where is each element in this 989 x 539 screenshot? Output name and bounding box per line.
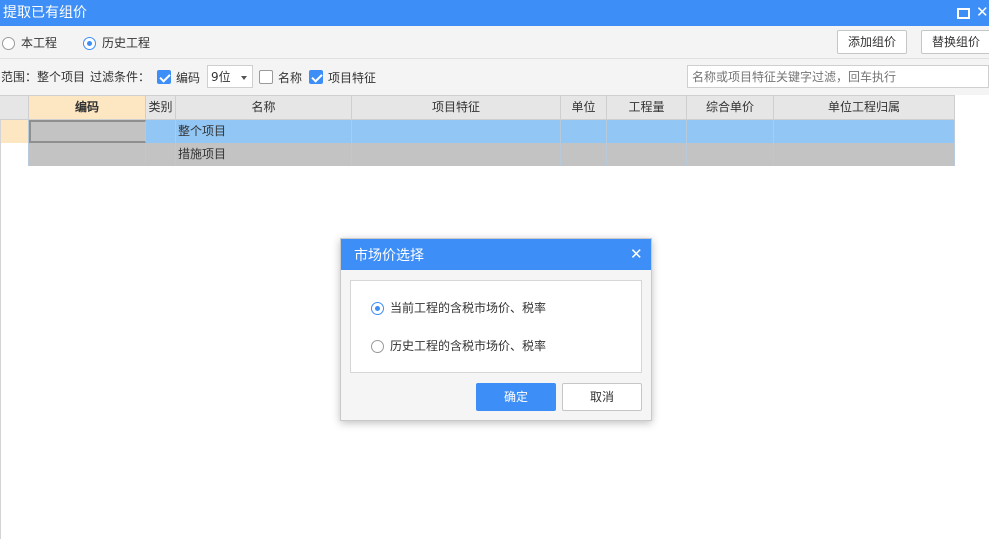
radio-label: 本工程 bbox=[21, 36, 58, 50]
unit-price-cell[interactable] bbox=[687, 120, 774, 143]
close-icon[interactable]: ✕ bbox=[630, 245, 643, 263]
radio-label: 历史工程的含税市场价、税率 bbox=[390, 339, 547, 353]
title-bar: 提取已有组价 ✕ bbox=[0, 0, 989, 26]
radio-current-market-price[interactable]: 当前工程的含税市场价、税率 bbox=[371, 300, 546, 316]
dialog-title-bar: 市场价选择 ✕ bbox=[341, 239, 651, 270]
unit-price-cell[interactable] bbox=[687, 143, 774, 166]
name-cell[interactable]: 整个项目 bbox=[176, 120, 352, 143]
scope-text: 范围：整个项目 bbox=[1, 70, 86, 84]
ok-button[interactable]: 确定 bbox=[476, 383, 556, 411]
radio-current-project[interactable]: 本工程 bbox=[2, 35, 57, 51]
extract-pricing-window: 提取已有组价 ✕ 本工程 历史工程 添加组价 替换组价 范围：整个项目 过滤条件… bbox=[0, 0, 989, 539]
add-pricing-button[interactable]: 添加组价 bbox=[837, 30, 907, 54]
unit-cell[interactable] bbox=[561, 120, 607, 143]
column-header-name[interactable]: 名称 bbox=[176, 96, 352, 119]
owner-cell[interactable] bbox=[774, 143, 955, 166]
quantity-cell[interactable] bbox=[607, 120, 687, 143]
radio-history-project[interactable]: 历史工程 bbox=[83, 35, 150, 51]
column-header-feature[interactable]: 项目特征 bbox=[352, 96, 561, 119]
column-header-quantity[interactable]: 工程量 bbox=[607, 96, 687, 119]
type-cell[interactable] bbox=[146, 143, 176, 166]
maximize-icon[interactable] bbox=[952, 3, 972, 23]
checkbox-box bbox=[309, 70, 323, 84]
owner-cell[interactable] bbox=[774, 120, 955, 143]
column-header-unit[interactable]: 单位 bbox=[561, 96, 607, 119]
code-cell[interactable] bbox=[29, 143, 146, 166]
scope-toolbar: 本工程 历史工程 添加组价 替换组价 bbox=[0, 26, 989, 59]
radio-circle bbox=[371, 301, 384, 315]
column-header-owner[interactable]: 单位工程归属 bbox=[774, 96, 955, 119]
cancel-button[interactable]: 取消 bbox=[562, 383, 642, 411]
replace-pricing-button[interactable]: 替换组价 bbox=[921, 30, 989, 54]
radio-label: 历史工程 bbox=[102, 36, 151, 50]
row-indicator-header bbox=[0, 96, 29, 119]
name-cell[interactable]: 措施项目 bbox=[176, 143, 352, 166]
condition-text: 过滤条件： bbox=[90, 70, 151, 84]
checkbox-label: 编码 bbox=[176, 70, 201, 85]
name-checkbox[interactable]: 名称 bbox=[259, 69, 302, 85]
quantity-cell[interactable] bbox=[607, 143, 687, 166]
close-icon[interactable]: ✕ bbox=[976, 3, 989, 23]
digits-select[interactable]: 9位 bbox=[207, 65, 253, 88]
radio-circle bbox=[371, 339, 384, 353]
search-input[interactable] bbox=[687, 65, 989, 88]
checkbox-label: 项目特征 bbox=[328, 70, 377, 85]
grid-left-border bbox=[0, 120, 1, 539]
checkbox-label: 名称 bbox=[278, 70, 303, 85]
column-header-type[interactable]: 类别 bbox=[146, 96, 176, 119]
grid-header: 编码 类别 名称 项目特征 单位 工程量 综合单价 单位工程归属 bbox=[0, 95, 955, 120]
dialog-title: 市场价选择 bbox=[354, 248, 424, 264]
unit-cell[interactable] bbox=[561, 143, 607, 166]
radio-circle bbox=[2, 36, 15, 50]
column-header-unit-price[interactable]: 综合单价 bbox=[687, 96, 774, 119]
type-cell[interactable] bbox=[146, 120, 176, 143]
digits-value: 9位 bbox=[211, 70, 231, 84]
radio-label: 当前工程的含税市场价、税率 bbox=[390, 301, 547, 315]
filter-bar: 范围：整个项目 过滤条件： 编码 9位 名称 项目特征 bbox=[0, 59, 989, 95]
checkbox-box bbox=[157, 70, 171, 84]
chevron-down-icon bbox=[241, 76, 247, 80]
table-row[interactable]: 措施项目 bbox=[0, 143, 955, 166]
row-indicator[interactable] bbox=[0, 143, 29, 166]
window-title: 提取已有组价 bbox=[3, 5, 87, 21]
feature-cell[interactable] bbox=[352, 143, 561, 166]
code-checkbox[interactable]: 编码 bbox=[157, 69, 200, 85]
row-indicator[interactable] bbox=[0, 120, 29, 143]
column-header-code[interactable]: 编码 bbox=[29, 96, 146, 119]
table-row[interactable]: 整个项目 bbox=[0, 120, 955, 143]
checkbox-box bbox=[259, 70, 273, 84]
feature-cell[interactable] bbox=[352, 120, 561, 143]
market-price-dialog: 市场价选择 ✕ 当前工程的含税市场价、税率 历史工程的含税市场价、税率 确定 取… bbox=[340, 238, 652, 421]
dialog-options-panel: 当前工程的含税市场价、税率 历史工程的含税市场价、税率 bbox=[350, 280, 642, 373]
feature-checkbox[interactable]: 项目特征 bbox=[309, 69, 376, 85]
code-cell[interactable] bbox=[29, 120, 146, 143]
radio-circle bbox=[83, 36, 96, 50]
radio-history-market-price[interactable]: 历史工程的含税市场价、税率 bbox=[371, 338, 546, 354]
